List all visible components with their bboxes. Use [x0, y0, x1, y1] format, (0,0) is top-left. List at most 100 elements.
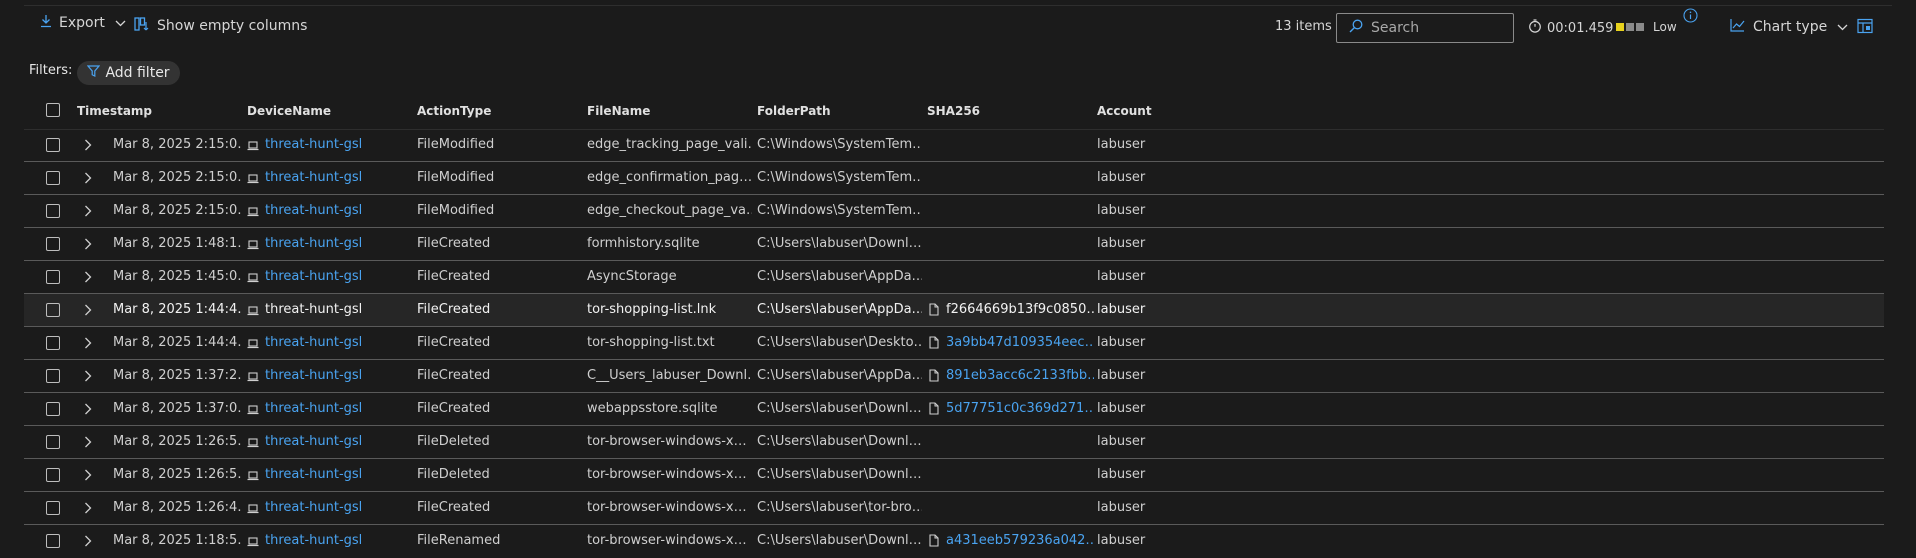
cell-devicename[interactable]: threat-hunt-gsl	[265, 261, 405, 293]
expand-chevron-icon[interactable]	[84, 271, 92, 287]
column-header-timestamp[interactable]: Timestamp	[77, 93, 152, 129]
expand-chevron-icon[interactable]	[84, 139, 92, 155]
expand-chevron-icon[interactable]	[84, 337, 92, 353]
table-row[interactable]: Mar 8, 2025 1:44:4… threat-hunt-gsl File…	[24, 294, 1884, 327]
expand-chevron-icon[interactable]	[84, 238, 92, 254]
column-header-actiontype[interactable]: ActionType	[417, 93, 491, 129]
expand-chevron-icon[interactable]	[84, 370, 92, 386]
cell-actiontype: FileRenamed	[417, 533, 501, 548]
cell-sha256[interactable]: f2664669b13f9c0850…	[946, 294, 1094, 326]
table-row[interactable]: Mar 8, 2025 2:15:0… threat-hunt-gsl File…	[24, 195, 1884, 228]
cell-devicename[interactable]: threat-hunt-gsl	[265, 426, 405, 458]
device-icon	[247, 140, 259, 155]
row-checkbox[interactable]	[46, 468, 60, 482]
table-row[interactable]: Mar 8, 2025 1:37:0… threat-hunt-gsl File…	[24, 393, 1884, 426]
severity-label: Low	[1653, 20, 1677, 34]
search-input[interactable]: Search	[1336, 13, 1514, 43]
cell-folderpath: C:\Windows\SystemTem…	[757, 137, 922, 152]
cell-folderpath: C:\Users\labuser\Downl…	[757, 434, 922, 449]
timer-value: 00:01.459	[1547, 20, 1614, 36]
row-checkbox[interactable]	[46, 435, 60, 449]
row-checkbox[interactable]	[46, 501, 60, 515]
cell-sha256[interactable]	[946, 162, 1094, 194]
cell-sha256[interactable]	[946, 426, 1094, 458]
file-icon	[929, 369, 939, 386]
info-icon[interactable]	[1683, 8, 1698, 27]
export-button[interactable]: Export	[40, 14, 126, 32]
cell-sha256[interactable]: a431eeb579236a042…	[946, 525, 1094, 557]
select-all-checkbox[interactable]	[46, 103, 60, 117]
row-checkbox[interactable]	[46, 237, 60, 251]
show-empty-columns-button[interactable]: Show empty columns	[134, 16, 307, 36]
row-checkbox[interactable]	[46, 270, 60, 284]
table-row[interactable]: Mar 8, 2025 1:18:5… threat-hunt-gsl File…	[24, 525, 1884, 558]
cell-sha256[interactable]	[946, 129, 1094, 161]
row-checkbox[interactable]	[46, 336, 60, 350]
cell-filename: edge_tracking_page_vali…	[587, 137, 752, 152]
cell-account: labuser	[1097, 467, 1146, 482]
cell-devicename[interactable]: threat-hunt-gsl	[265, 294, 405, 326]
expand-chevron-icon[interactable]	[84, 535, 92, 551]
cell-sha256[interactable]	[946, 228, 1094, 260]
cell-devicename[interactable]: threat-hunt-gsl	[265, 525, 405, 557]
export-label: Export	[59, 15, 105, 31]
cell-devicename[interactable]: threat-hunt-gsl	[265, 492, 405, 524]
cell-sha256[interactable]: 5d77751c0c369d271…	[946, 393, 1094, 425]
table-row[interactable]: Mar 8, 2025 1:37:2… threat-hunt-gsl File…	[24, 360, 1884, 393]
cell-actiontype: FileDeleted	[417, 434, 490, 449]
cell-devicename[interactable]: threat-hunt-gsl	[265, 327, 405, 359]
cell-sha256[interactable]	[946, 195, 1094, 227]
search-icon	[1349, 19, 1371, 37]
cell-devicename[interactable]: threat-hunt-gsl	[265, 360, 405, 392]
row-checkbox[interactable]	[46, 402, 60, 416]
device-icon	[247, 437, 259, 452]
chart-type-button[interactable]: Chart type	[1730, 18, 1848, 36]
cell-devicename[interactable]: threat-hunt-gsl	[265, 459, 405, 491]
device-icon	[247, 371, 259, 386]
download-icon	[40, 14, 52, 32]
cell-filename: AsyncStorage	[587, 269, 677, 284]
cell-devicename[interactable]: threat-hunt-gsl	[265, 195, 405, 227]
expand-chevron-icon[interactable]	[84, 403, 92, 419]
customize-columns-icon[interactable]	[1857, 18, 1873, 38]
cell-devicename[interactable]: threat-hunt-gsl	[265, 393, 405, 425]
table-row[interactable]: Mar 8, 2025 1:45:0… threat-hunt-gsl File…	[24, 261, 1884, 294]
column-header-folderpath[interactable]: FolderPath	[757, 93, 831, 129]
cell-devicename[interactable]: threat-hunt-gsl	[265, 129, 405, 161]
cell-folderpath: C:\Windows\SystemTem…	[757, 203, 922, 218]
row-checkbox[interactable]	[46, 534, 60, 548]
row-checkbox[interactable]	[46, 303, 60, 317]
row-checkbox[interactable]	[46, 171, 60, 185]
row-checkbox[interactable]	[46, 369, 60, 383]
add-filter-button[interactable]: Add filter	[77, 61, 180, 85]
add-filter-label: Add filter	[105, 65, 170, 81]
expand-chevron-icon[interactable]	[84, 436, 92, 452]
expand-chevron-icon[interactable]	[84, 502, 92, 518]
table-header: Timestamp DeviceName ActionType FileName…	[24, 93, 1884, 130]
table-row[interactable]: Mar 8, 2025 2:15:0… threat-hunt-gsl File…	[24, 162, 1884, 195]
table-row[interactable]: Mar 8, 2025 1:26:5… threat-hunt-gsl File…	[24, 459, 1884, 492]
table-row[interactable]: Mar 8, 2025 1:26:4… threat-hunt-gsl File…	[24, 492, 1884, 525]
cell-timestamp: Mar 8, 2025 2:15:0…	[113, 203, 243, 218]
cell-sha256[interactable]	[946, 459, 1094, 491]
row-checkbox[interactable]	[46, 204, 60, 218]
expand-chevron-icon[interactable]	[84, 304, 92, 320]
expand-chevron-icon[interactable]	[84, 469, 92, 485]
table-row[interactable]: Mar 8, 2025 1:44:4… threat-hunt-gsl File…	[24, 327, 1884, 360]
row-checkbox[interactable]	[46, 138, 60, 152]
cell-sha256[interactable]	[946, 261, 1094, 293]
table-row[interactable]: Mar 8, 2025 1:26:5… threat-hunt-gsl File…	[24, 426, 1884, 459]
expand-chevron-icon[interactable]	[84, 205, 92, 221]
column-header-sha256[interactable]: SHA256	[927, 93, 980, 129]
expand-chevron-icon[interactable]	[84, 172, 92, 188]
table-row[interactable]: Mar 8, 2025 1:48:1… threat-hunt-gsl File…	[24, 228, 1884, 261]
cell-devicename[interactable]: threat-hunt-gsl	[265, 228, 405, 260]
cell-sha256[interactable]: 3a9bb47d109354eec…	[946, 327, 1094, 359]
column-header-filename[interactable]: FileName	[587, 93, 650, 129]
column-header-devicename[interactable]: DeviceName	[247, 93, 331, 129]
cell-devicename[interactable]: threat-hunt-gsl	[265, 162, 405, 194]
cell-sha256[interactable]: 891eb3acc6c2133fbb…	[946, 360, 1094, 392]
cell-sha256[interactable]	[946, 492, 1094, 524]
column-header-account[interactable]: Account	[1097, 93, 1152, 129]
table-row[interactable]: Mar 8, 2025 2:15:0… threat-hunt-gsl File…	[24, 129, 1884, 162]
